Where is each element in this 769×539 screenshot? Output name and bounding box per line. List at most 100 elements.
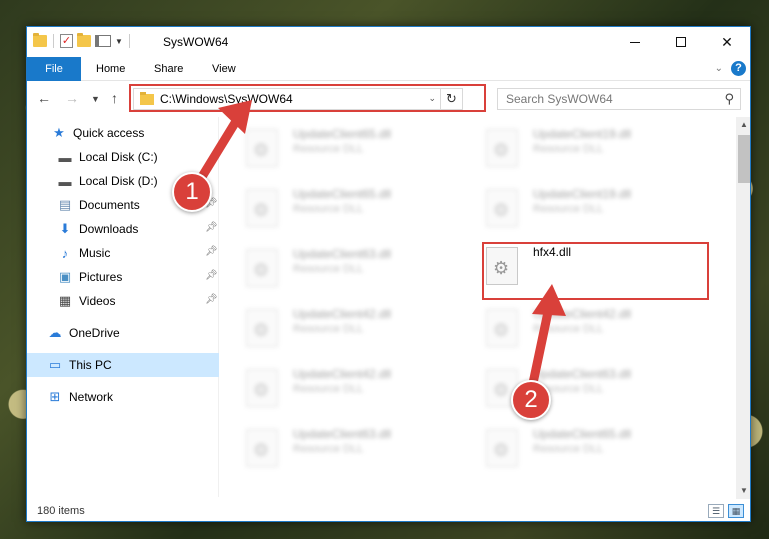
maximize-button[interactable] — [658, 27, 704, 57]
status-bar: 180 items ☰ ▦ — [27, 500, 750, 521]
scroll-down-icon[interactable]: ▼ — [736, 483, 750, 499]
vertical-scrollbar[interactable]: ▲ ▼ — [736, 117, 750, 499]
pictures-icon: ▣ — [58, 269, 72, 284]
scrollbar-thumb[interactable] — [738, 135, 750, 183]
file-type: Resource DLL — [533, 443, 604, 455]
search-icon[interactable]: ⚲ — [724, 91, 734, 107]
callout-badge-2: 2 — [511, 380, 551, 420]
nav-item-videos[interactable]: ▦ Videos 📌︎ — [27, 289, 219, 313]
file-name: UpdateClient63.dll — [293, 427, 392, 441]
file-list: UpdateClient65.dll Resource DLL UpdateCl… — [220, 117, 736, 497]
nav-label: This PC — [69, 358, 112, 372]
tab-file[interactable]: File — [27, 57, 81, 81]
expand-ribbon-icon[interactable]: ⌄ — [715, 63, 723, 74]
properties-icon[interactable] — [95, 35, 111, 47]
tiles-view-icon[interactable]: ▦ — [728, 504, 744, 518]
file-name: UpdateClient42.dll — [293, 367, 392, 381]
network-icon: ⊞ — [49, 389, 61, 404]
file-type: Resource DLL — [293, 143, 364, 155]
view-switcher: ☰ ▦ — [708, 504, 744, 518]
maximize-icon — [676, 37, 686, 47]
file-type: Resource DLL — [533, 203, 604, 215]
dll-file-icon — [246, 369, 278, 407]
file-name: UpdateClient65.dll — [293, 187, 392, 201]
address-highlight-box — [129, 84, 486, 112]
tab-home[interactable]: Home — [84, 57, 137, 81]
nav-label: Videos — [79, 294, 116, 308]
ribbon-right: ⌄ ? — [715, 61, 746, 76]
file-tile[interactable]: UpdateClient63.dll Resource DLL — [460, 357, 690, 411]
videos-icon: ▦ — [58, 293, 72, 308]
nav-label: Documents — [79, 198, 140, 212]
ribbon: File Home Share View ⌄ ? — [27, 57, 750, 81]
file-tile[interactable]: UpdateClient65.dll Resource DLL — [460, 417, 690, 471]
details-view-icon[interactable]: ☰ — [708, 504, 724, 518]
pin-icon[interactable]: 📌︎ — [205, 270, 218, 281]
file-tile[interactable]: UpdateClient42.dll Resource DLL — [220, 357, 450, 411]
cloud-icon: ☁ — [48, 325, 62, 340]
back-arrow-icon[interactable]: ← — [37, 90, 51, 106]
file-type: Resource DLL — [293, 443, 364, 455]
close-button[interactable]: ✕ — [704, 27, 750, 57]
pin-icon[interactable]: 📌︎ — [205, 222, 218, 233]
file-tile[interactable]: UpdateClient63.dll Resource DLL — [220, 417, 450, 471]
file-tile[interactable]: UpdateClient63.dll Resource DLL — [220, 237, 450, 291]
file-tile[interactable]: UpdateClient42.dll Resource DLL — [220, 297, 450, 351]
search-placeholder: Search SysWOW64 — [506, 92, 613, 106]
file-type: Resource DLL — [533, 143, 604, 155]
dll-file-icon — [246, 129, 278, 167]
nav-item-pictures[interactable]: ▣ Pictures 📌︎ — [27, 265, 219, 289]
file-name: UpdateClient63.dll — [293, 247, 392, 261]
scroll-up-icon[interactable]: ▲ — [736, 117, 750, 133]
forward-arrow-icon[interactable]: → — [65, 90, 79, 106]
dll-file-icon — [486, 309, 518, 347]
file-tile[interactable]: UpdateClient19.dll Resource DLL — [460, 117, 690, 171]
dll-file-icon — [246, 309, 278, 347]
tab-share[interactable]: Share — [142, 57, 195, 81]
nav-item-onedrive[interactable]: ☁ OneDrive — [27, 321, 219, 345]
new-folder-icon[interactable] — [77, 33, 91, 47]
file-tile[interactable]: UpdateClient65.dll Resource DLL — [220, 177, 450, 231]
help-icon[interactable]: ? — [731, 61, 746, 76]
nav-item-local-disk-c[interactable]: ▬ Local Disk (C:) — [27, 145, 219, 169]
file-type: Resource DLL — [293, 263, 364, 275]
file-highlight-box — [482, 242, 709, 300]
file-name: UpdateClient42.dll — [293, 307, 392, 321]
toolbar-divider — [128, 34, 130, 48]
download-icon: ⬇ — [59, 221, 71, 236]
file-tile[interactable]: UpdateClient19.dll Resource DLL — [460, 177, 690, 231]
folder-icon[interactable] — [33, 33, 47, 47]
minimize-button[interactable] — [612, 27, 658, 57]
dll-file-icon — [486, 189, 518, 227]
nav-item-quick-access[interactable]: ★ Quick access — [27, 121, 219, 145]
chevron-down-icon[interactable]: ▼ — [115, 37, 123, 46]
file-type: Resource DLL — [293, 383, 364, 395]
file-name: UpdateClient19.dll — [533, 187, 632, 201]
up-arrow-icon[interactable]: ↑ — [111, 90, 118, 106]
file-tile[interactable]: UpdateClient42.dll Resource DLL — [460, 297, 690, 351]
nav-label: Local Disk (C:) — [79, 150, 158, 164]
tab-view[interactable]: View — [200, 57, 248, 81]
recent-locations-icon[interactable]: ▼ — [91, 94, 100, 104]
nav-item-network[interactable]: ⊞ Network — [27, 385, 219, 409]
nav-item-music[interactable]: ♪ Music 📌︎ — [27, 241, 219, 265]
music-icon: ♪ — [61, 245, 69, 261]
properties-check-icon[interactable]: ✓ — [60, 34, 73, 48]
title-bar: ✓ ▼ SysWOW64 ✕ — [27, 27, 750, 57]
pin-icon[interactable]: 📌︎ — [205, 246, 218, 257]
nav-item-downloads[interactable]: ⬇ Downloads 📌︎ — [27, 217, 219, 241]
nav-label: Music — [79, 246, 111, 260]
dll-file-icon — [486, 129, 518, 167]
file-name: UpdateClient63.dll — [533, 367, 632, 381]
pin-icon[interactable]: 📌︎ — [205, 294, 218, 305]
window-title: SysWOW64 — [163, 35, 229, 49]
file-type: Resource DLL — [533, 323, 604, 335]
nav-item-this-pc[interactable]: ▭ This PC — [27, 353, 219, 377]
file-name: UpdateClient65.dll — [293, 127, 392, 141]
nav-label: Local Disk (D:) — [79, 174, 158, 188]
file-name: UpdateClient65.dll — [533, 427, 632, 441]
file-tile[interactable]: UpdateClient65.dll Resource DLL — [220, 117, 450, 171]
search-input[interactable]: Search SysWOW64 ⚲ — [497, 88, 741, 110]
documents-icon: ▤ — [58, 197, 72, 212]
minimize-icon — [630, 41, 640, 43]
